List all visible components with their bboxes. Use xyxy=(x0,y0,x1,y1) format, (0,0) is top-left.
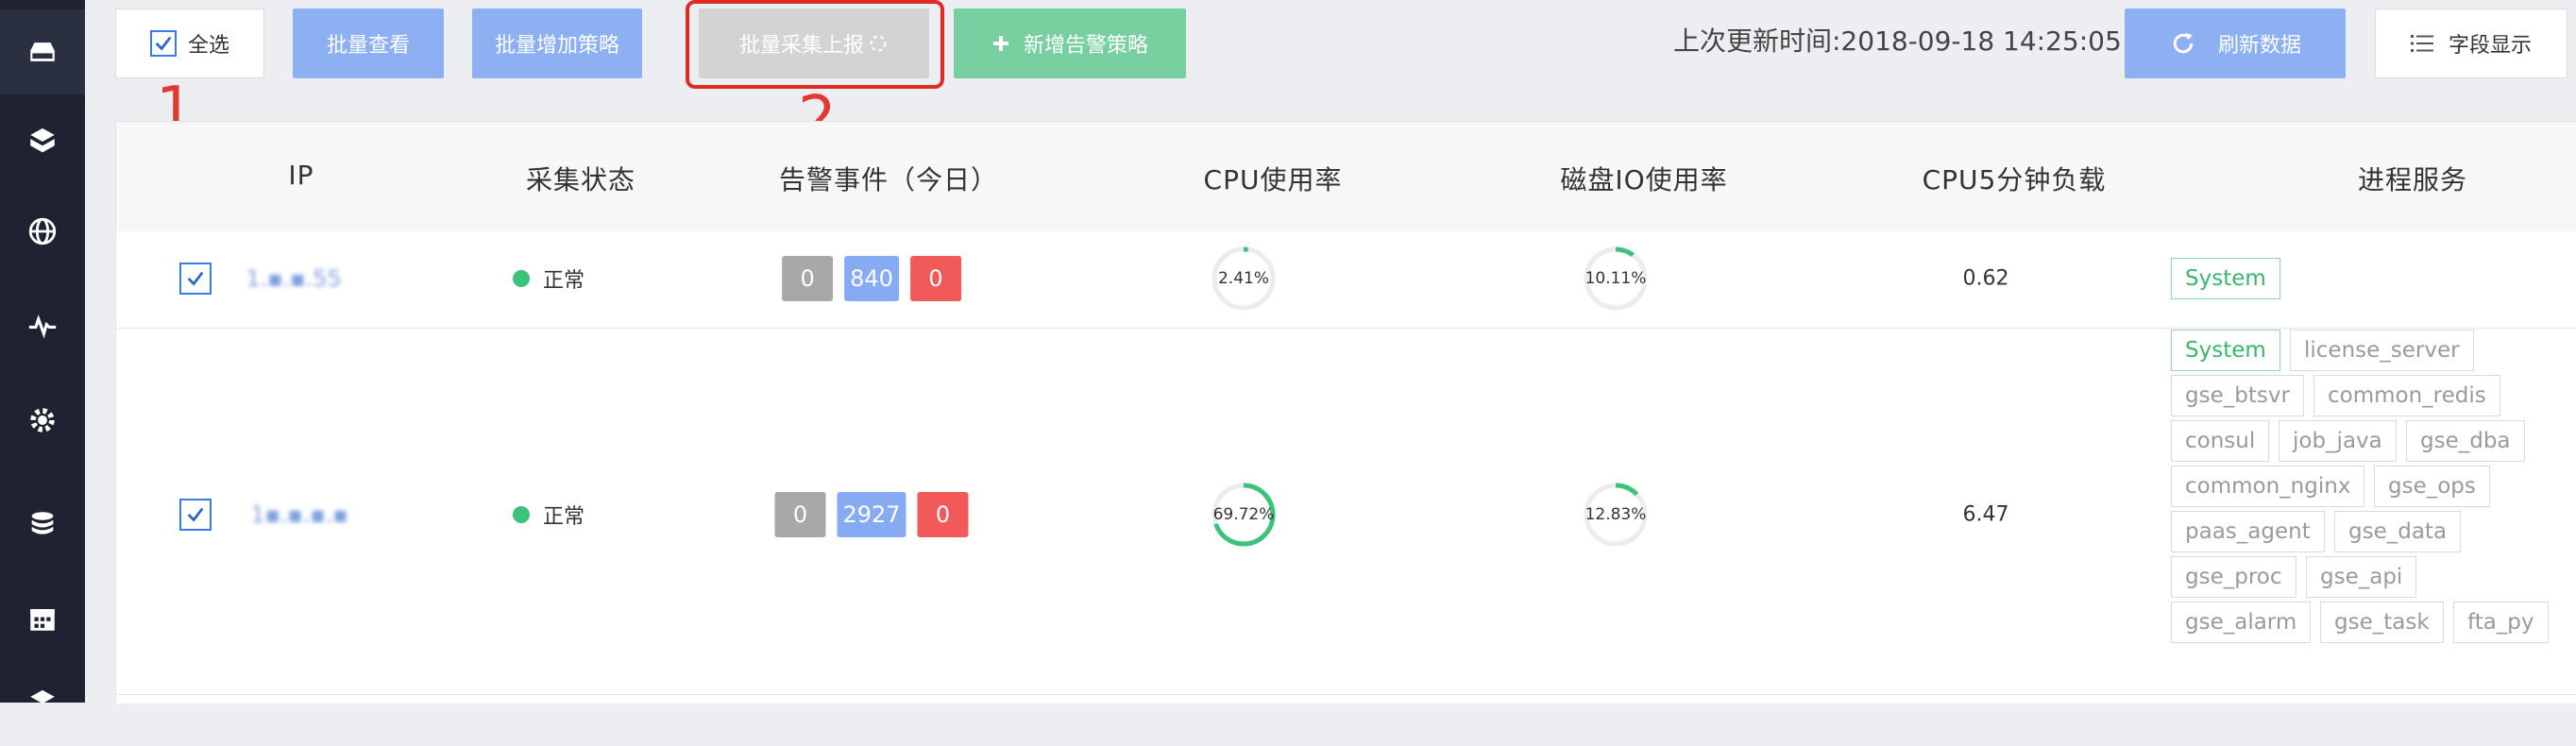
header-cpu-usage[interactable]: CPU使用率 xyxy=(1204,160,1343,197)
box-icon xyxy=(30,689,55,704)
process-tag[interactable]: gse_btsvr xyxy=(2171,375,2304,416)
row-checkbox[interactable] xyxy=(179,499,212,531)
new-alarm-policy-button[interactable]: 新增告警策略 xyxy=(954,8,1186,78)
disk-io-ring: 12.83% xyxy=(1583,482,1649,548)
header-disk-io[interactable]: 磁盘IO使用率 xyxy=(1560,160,1727,197)
check-icon xyxy=(155,36,172,51)
select-all-checkbox[interactable]: 全选 xyxy=(115,8,264,78)
ip-link[interactable]: 1.▪.▪.55 xyxy=(246,265,341,292)
pulse-icon xyxy=(28,314,57,339)
cpu-load5-value: 0.62 xyxy=(1962,266,2009,291)
new-alarm-policy-label: 新增告警策略 xyxy=(1023,34,1148,58)
process-tag[interactable]: common_redis xyxy=(2313,375,2500,416)
process-tag[interactable]: job_java xyxy=(2279,420,2397,462)
event-badge-blue[interactable]: 2927 xyxy=(837,492,907,537)
header-processes[interactable]: 进程服务 xyxy=(2358,160,2467,197)
disk-io-value: 10.11% xyxy=(1585,269,1647,288)
process-tag[interactable]: fta_py xyxy=(2453,602,2549,643)
collect-status: 正常 xyxy=(513,263,585,294)
disk-io-ring: 10.11% xyxy=(1583,246,1649,312)
process-tag[interactable]: gse_data xyxy=(2334,511,2462,552)
row-divider xyxy=(116,328,2576,329)
status-dot xyxy=(513,270,530,287)
process-tag[interactable]: System xyxy=(2171,330,2280,371)
calendar-icon xyxy=(30,609,55,631)
sidebar-item-network[interactable] xyxy=(0,189,85,274)
header-collect-status[interactable]: 采集状态 xyxy=(526,160,636,197)
field-display-label: 字段显示 xyxy=(2448,34,2532,58)
batch-view-button[interactable]: 批量查看 xyxy=(293,8,444,78)
status-dot xyxy=(513,506,530,523)
database-icon xyxy=(31,512,54,534)
batch-add-policy-button[interactable]: 批量增加策略 xyxy=(472,8,642,78)
highlight-box xyxy=(686,0,944,89)
alarm-event-badges: 0 2927 0 xyxy=(774,492,969,537)
alarm-event-badges: 0 840 0 xyxy=(782,256,961,301)
row-checkbox[interactable] xyxy=(179,263,212,295)
disk-io-value: 12.83% xyxy=(1585,505,1647,524)
ip-link[interactable]: 1▪.▪.▪.▪ xyxy=(250,501,347,528)
sidebar-item-more[interactable] xyxy=(0,661,85,746)
sidebar-item-database[interactable] xyxy=(0,482,85,567)
process-tag[interactable]: license_server xyxy=(2290,330,2474,371)
header-alarm-events[interactable]: 告警事件（今日） xyxy=(779,160,998,197)
event-badge-red[interactable]: 0 xyxy=(917,492,969,537)
collect-status: 正常 xyxy=(513,500,585,530)
sidebar-item-hosts[interactable] xyxy=(0,9,85,94)
cpu-usage-ring: 2.41% xyxy=(1211,246,1277,312)
process-tag[interactable]: gse_alarm xyxy=(2171,602,2312,643)
process-tag[interactable]: gse_dba xyxy=(2406,420,2525,462)
process-tag[interactable]: gse_task xyxy=(2320,602,2444,643)
process-tag[interactable]: System xyxy=(2171,258,2280,299)
process-tag[interactable]: gse_proc xyxy=(2171,556,2296,598)
sidebar xyxy=(0,0,85,704)
event-badge-blue[interactable]: 840 xyxy=(844,256,899,301)
sidebar-item-settings[interactable] xyxy=(0,378,85,463)
checkbox[interactable] xyxy=(150,30,177,57)
last-update-time: 上次更新时间:2018-09-18 14:25:05 xyxy=(1673,25,2122,57)
event-badge-gray[interactable]: 0 xyxy=(782,256,834,301)
server-icon xyxy=(30,42,55,61)
process-tag[interactable]: gse_ops xyxy=(2374,466,2490,507)
sidebar-item-calendar[interactable] xyxy=(0,576,85,661)
status-text: 正常 xyxy=(543,505,585,529)
process-tag[interactable]: consul xyxy=(2171,420,2270,462)
cpu-usage-value: 69.72% xyxy=(1212,505,1275,524)
process-tag[interactable]: gse_api xyxy=(2306,556,2417,598)
status-text: 正常 xyxy=(543,269,585,293)
header-cpu-load5[interactable]: CPU5分钟负载 xyxy=(1923,160,2107,197)
cpu-usage-ring: 69.72% xyxy=(1211,482,1277,548)
header-ip[interactable]: IP xyxy=(288,160,314,191)
row-divider xyxy=(116,694,2576,695)
refresh-data-button[interactable]: 刷新数据 xyxy=(2125,8,2346,78)
event-badge-gray[interactable]: 0 xyxy=(774,492,826,537)
refresh-data-label: 刷新数据 xyxy=(2217,34,2301,58)
check-icon xyxy=(187,271,204,286)
table-header: IP 采集状态 告警事件（今日） CPU使用率 磁盘IO使用率 CPU5分钟负载… xyxy=(116,122,2576,231)
cpu-load5-value: 6.47 xyxy=(1962,502,2009,527)
refresh-icon xyxy=(2173,32,2194,54)
field-display-button[interactable]: 字段显示 xyxy=(2375,8,2568,78)
select-all-label: 全选 xyxy=(188,34,230,58)
list-icon xyxy=(2410,35,2433,52)
gear-icon xyxy=(30,408,55,432)
process-tag[interactable]: common_nginx xyxy=(2171,466,2365,507)
host-table: IP 采集状态 告警事件（今日） CPU使用率 磁盘IO使用率 CPU5分钟负载… xyxy=(115,121,2576,704)
check-icon xyxy=(187,507,204,522)
event-badge-red[interactable]: 0 xyxy=(909,256,961,301)
cpu-usage-value: 2.41% xyxy=(1217,269,1269,288)
cube-icon xyxy=(30,127,55,153)
plus-icon xyxy=(992,36,1008,51)
sidebar-item-modules[interactable] xyxy=(0,99,85,184)
sidebar-item-monitor[interactable] xyxy=(0,283,85,368)
globe-icon xyxy=(28,217,57,246)
process-tag[interactable]: paas_agent xyxy=(2171,511,2325,552)
